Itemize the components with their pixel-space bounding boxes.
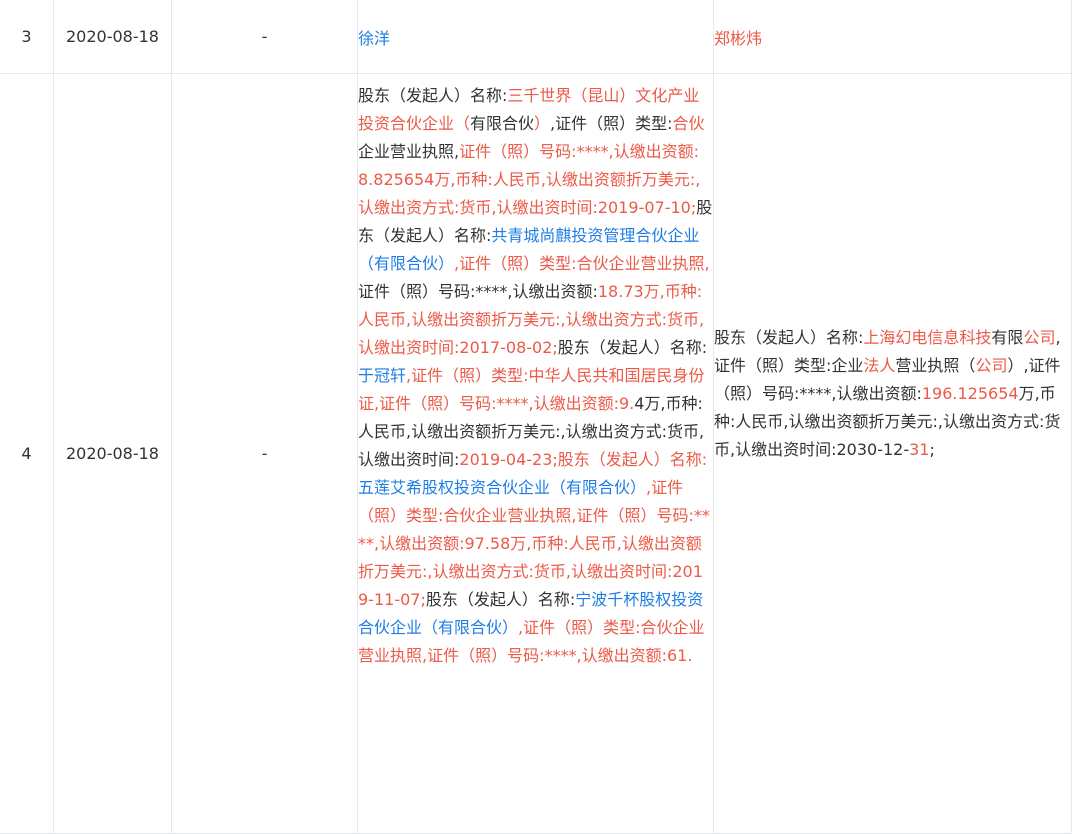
text-segment: 股东（发起人）名称:: [425, 589, 576, 609]
change-date: 2020-08-18: [53, 73, 172, 834]
text-segment: 有限合伙: [470, 113, 535, 133]
before-change-cell: 徐洋: [357, 0, 714, 74]
text-segment: 股东（发起人）名称:: [358, 85, 508, 105]
table-row: 4 2020-08-18 - 股东（发起人）名称:三千世界（昆山）文化产业投资合…: [0, 73, 1072, 834]
before-change-text: 股东（发起人）名称:三千世界（昆山）文化产业投资合伙企业（有限合伙）,证件（照）…: [358, 82, 713, 826]
table-row: 3 2020-08-18 - 徐洋 郑彬炜: [0, 0, 1072, 74]
text-segment: 合伙: [672, 113, 705, 133]
text-segment: 公司: [975, 355, 1008, 375]
after-change-cell: 股东（发起人）名称:上海幻电信息科技有限公司,证件（照）类型:企业法人营业执照（…: [713, 73, 1072, 834]
before-change-cell: 股东（发起人）名称:三千世界（昆山）文化产业投资合伙企业（有限合伙）,证件（照）…: [357, 73, 714, 834]
text-segment: 营业执照（: [895, 355, 976, 375]
row-index: 4: [0, 73, 54, 834]
change-record-table: 3 2020-08-18 - 徐洋 郑彬炜 4 2020-08-18 - 股东（…: [0, 0, 1072, 834]
text-segment: 股东（发起人）名称:: [557, 449, 708, 469]
change-item: -: [171, 0, 358, 74]
text-segment: 31: [909, 439, 930, 459]
text-segment: 股东（发起人）名称:: [557, 337, 708, 357]
after-change-text: 股东（发起人）名称:上海幻电信息科技有限公司,证件（照）类型:企业法人营业执照（…: [714, 324, 1071, 464]
text-segment: 上海幻电信息科技: [863, 327, 992, 347]
after-change-cell: 郑彬炜: [713, 0, 1072, 74]
text-segment: ）: [534, 113, 551, 133]
text-segment: 五莲艾希股权投资合伙企业（有限合伙）: [358, 477, 647, 497]
text-segment: 企业营业执照,: [358, 141, 460, 161]
text-segment: 公司: [1023, 327, 1056, 347]
text-segment: 196.125654: [921, 383, 1019, 403]
change-date: 2020-08-18: [53, 0, 172, 74]
text-segment: 股东（发起人）名称:: [714, 327, 864, 347]
text-segment: ,证件（照）类型:合伙企业营业执照,: [454, 253, 710, 273]
text-segment: 于冠轩: [358, 365, 407, 385]
text-segment: 2019-04-23;: [459, 449, 558, 469]
text-segment: ;: [929, 439, 935, 459]
text-segment: 法人: [863, 355, 896, 375]
text-segment: ,证件（照）类型:: [550, 113, 673, 133]
text-segment: 证件（照）号码:****,认缴出资额:: [358, 281, 598, 301]
row-index: 3: [0, 0, 54, 74]
change-item: -: [171, 73, 358, 834]
text-segment: 有限: [991, 327, 1024, 347]
